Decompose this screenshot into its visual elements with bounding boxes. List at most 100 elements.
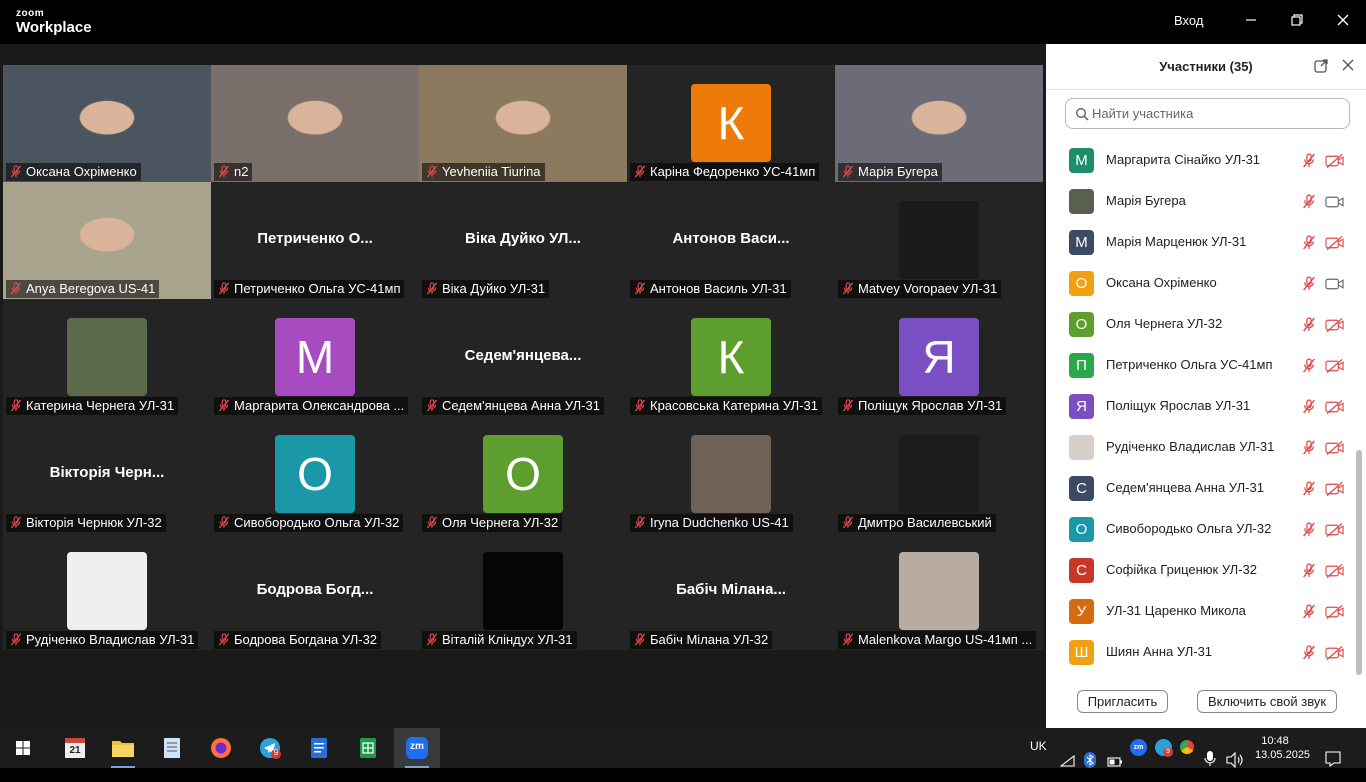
telegram-tray-icon[interactable]: 9 xyxy=(1155,739,1173,757)
video-tile[interactable]: Iryna Dudchenko US-41 xyxy=(627,416,835,533)
participant-row[interactable]: О Оксана Охріменко xyxy=(1046,263,1356,304)
video-tile[interactable]: Бодрова Богд... Бодрова Богдана УЛ-32 xyxy=(211,533,419,650)
zoom-tray-icon[interactable]: zm xyxy=(1130,739,1147,756)
mic-off-icon[interactable] xyxy=(1302,645,1318,661)
notifications-icon[interactable] xyxy=(1324,739,1342,779)
participant-row[interactable]: Марія Бугера xyxy=(1046,181,1356,222)
camera-off-icon[interactable] xyxy=(1325,645,1344,661)
notepad-icon[interactable] xyxy=(149,728,195,768)
camera-off-icon[interactable] xyxy=(1325,440,1344,456)
video-tile[interactable]: Віталій Кліндух УЛ-31 xyxy=(419,533,627,650)
unmute-button[interactable]: Включить свой звук xyxy=(1197,690,1337,713)
video-tile[interactable]: Вікторія Черн... Вікторія Чернюк УЛ-32 xyxy=(3,416,211,533)
video-tile[interactable]: Malenkova Margo US-41мп ... xyxy=(835,533,1043,650)
mic-off-icon[interactable] xyxy=(1302,481,1318,497)
login-link[interactable]: Вход xyxy=(1174,13,1203,28)
participant-row[interactable]: П Петриченко Ольга УС-41мп xyxy=(1046,345,1356,386)
mic-off-icon[interactable] xyxy=(1302,358,1318,374)
video-tile[interactable]: Matvey Voropaev УЛ-31 xyxy=(835,182,1043,299)
mic-off-icon xyxy=(842,165,854,178)
camera-off-icon[interactable] xyxy=(1325,235,1344,251)
camera-off-icon[interactable] xyxy=(1325,358,1344,374)
participant-row[interactable]: О Оля Чернега УЛ-32 xyxy=(1046,304,1356,345)
bluetooth-icon[interactable] xyxy=(1084,740,1096,780)
microphone-icon[interactable] xyxy=(1204,739,1216,779)
participant-search[interactable] xyxy=(1065,98,1350,129)
mic-off-icon[interactable] xyxy=(1302,153,1318,169)
battery-icon[interactable] xyxy=(1107,742,1123,782)
camera-off-icon[interactable] xyxy=(1325,522,1344,538)
camera-off-icon[interactable] xyxy=(1325,481,1344,497)
system-clock[interactable]: 10:48 13.05.2025 xyxy=(1255,734,1310,762)
video-tile[interactable]: Anya Beregova US-41 xyxy=(3,182,211,299)
mic-off-icon xyxy=(426,282,438,295)
start-icon[interactable] xyxy=(0,728,46,768)
invite-button[interactable]: Пригласить xyxy=(1077,690,1168,713)
participant-row[interactable]: Рудіченко Владислав УЛ-31 xyxy=(1046,427,1356,468)
participant-row[interactable]: С Седем'янцева Анна УЛ-31 xyxy=(1046,468,1356,509)
camera-off-icon[interactable] xyxy=(1325,317,1344,333)
tile-name-text: Петриченко Ольга УС-41мп xyxy=(234,281,401,296)
close-icon[interactable] xyxy=(1339,58,1357,76)
scrollbar[interactable] xyxy=(1355,130,1363,675)
mic-off-icon[interactable] xyxy=(1302,563,1318,579)
wifi-icon[interactable] xyxy=(1060,741,1076,781)
firefox-icon[interactable] xyxy=(198,728,244,768)
participant-row[interactable]: С Софійка Гриценюк УЛ-32 xyxy=(1046,550,1356,591)
calendar-app-icon[interactable]: 21 xyxy=(52,728,98,768)
video-tile[interactable]: К Красовська Катерина УЛ-31 xyxy=(627,299,835,416)
participant-row[interactable]: О Сивобородько Ольга УЛ-32 xyxy=(1046,509,1356,550)
mic-off-icon[interactable] xyxy=(1302,604,1318,620)
video-tile[interactable]: Марія Бугера xyxy=(835,65,1043,182)
participant-row[interactable]: Я Поліщук Ярослав УЛ-31 xyxy=(1046,386,1356,427)
docs-icon[interactable] xyxy=(296,728,342,768)
video-tile[interactable]: Седем'янцева... Седем'янцева Анна УЛ-31 xyxy=(419,299,627,416)
close-icon[interactable] xyxy=(1333,12,1353,32)
popout-icon[interactable] xyxy=(1312,58,1330,76)
search-input[interactable] xyxy=(1092,104,1342,123)
video-tile[interactable]: Yevheniia Tiurina xyxy=(419,65,627,182)
telegram-icon[interactable]: 9 xyxy=(247,728,293,768)
video-tile[interactable]: Я Поліщук Ярослав УЛ-31 xyxy=(835,299,1043,416)
camera-off-icon[interactable] xyxy=(1325,399,1344,415)
video-tile[interactable]: О Сивобородько Ольга УЛ-32 xyxy=(211,416,419,533)
video-tile[interactable]: О Оля Чернега УЛ-32 xyxy=(419,416,627,533)
mic-off-icon[interactable] xyxy=(1302,399,1318,415)
camera-off-icon[interactable] xyxy=(1325,604,1344,620)
mic-off-icon xyxy=(10,516,22,529)
camera-off-icon[interactable] xyxy=(1325,153,1344,169)
camera-off-icon[interactable] xyxy=(1325,563,1344,579)
camera-on-icon[interactable] xyxy=(1325,276,1344,292)
restore-icon[interactable] xyxy=(1287,12,1307,32)
video-tile[interactable]: Віка Дуйко УЛ... Віка Дуйко УЛ-31 xyxy=(419,182,627,299)
mic-off-icon[interactable] xyxy=(1302,194,1318,210)
mic-off-icon[interactable] xyxy=(1302,317,1318,333)
minimize-icon[interactable] xyxy=(1241,12,1261,32)
video-tile[interactable]: Оксана Охріменко xyxy=(3,65,211,182)
sheets-icon[interactable] xyxy=(345,728,391,768)
file-explorer-icon[interactable] xyxy=(100,728,146,768)
scrollbar-thumb[interactable] xyxy=(1356,450,1362,675)
video-tile[interactable]: К Каріна Федоренко УС-41мп xyxy=(627,65,835,182)
mic-off-icon[interactable] xyxy=(1302,522,1318,538)
participant-row[interactable]: Ш Шиян Анна УЛ-31 xyxy=(1046,632,1356,673)
video-tile[interactable]: n2 xyxy=(211,65,419,182)
mic-off-icon[interactable] xyxy=(1302,276,1318,292)
language-indicator[interactable]: UK xyxy=(1030,739,1047,753)
participant-row[interactable]: М Марія Марценюк УЛ-31 xyxy=(1046,222,1356,263)
video-tile[interactable]: Антонов Васи... Антонов Василь УЛ-31 xyxy=(627,182,835,299)
camera-on-icon[interactable] xyxy=(1325,194,1344,210)
participant-row[interactable]: М Маргарита Сінайко УЛ-31 xyxy=(1046,140,1356,181)
participant-row[interactable]: У УЛ-31 Царенко Микола xyxy=(1046,591,1356,632)
mic-off-icon[interactable] xyxy=(1302,235,1318,251)
video-tile[interactable]: Дмитро Василевський xyxy=(835,416,1043,533)
chrome-tray-icon[interactable] xyxy=(1180,740,1194,754)
mic-off-icon[interactable] xyxy=(1302,440,1318,456)
video-tile[interactable]: М Маргарита Олександрова ... xyxy=(211,299,419,416)
video-tile[interactable]: Бабіч Мілана... Бабіч Мілана УЛ-32 xyxy=(627,533,835,650)
volume-icon[interactable] xyxy=(1226,740,1244,780)
zoom-icon[interactable]: zm xyxy=(394,728,440,768)
video-tile[interactable]: Рудіченко Владислав УЛ-31 xyxy=(3,533,211,650)
video-tile[interactable]: Катерина Чернега УЛ-31 xyxy=(3,299,211,416)
video-tile[interactable]: Петриченко О... Петриченко Ольга УС-41мп xyxy=(211,182,419,299)
